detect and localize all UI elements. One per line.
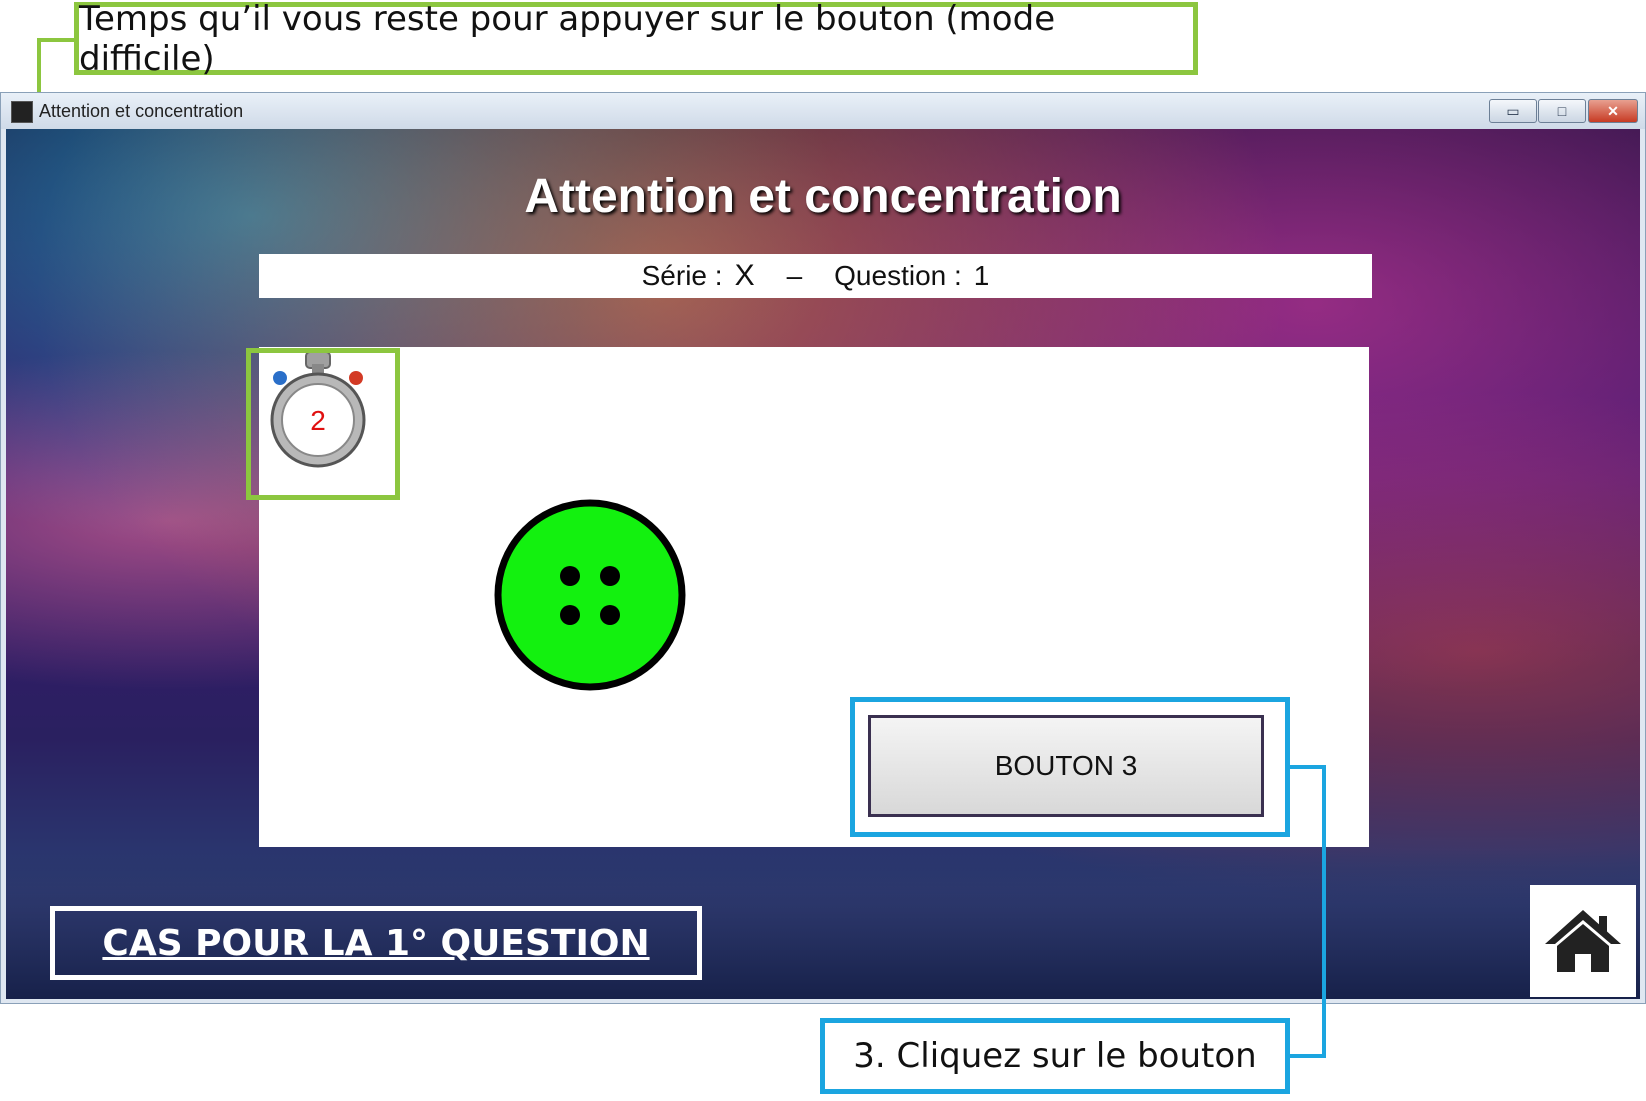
window-titlebar[interactable]: Attention et concentration ▭ □ ✕: [1, 93, 1645, 129]
annotation-connector: [1290, 765, 1326, 769]
click-annotation: 3. Cliquez sur le bouton: [820, 1018, 1290, 1094]
home-button[interactable]: [1530, 885, 1636, 997]
question-value: 1: [973, 260, 990, 291]
app-icon: [11, 101, 33, 123]
question-label: Question :: [834, 260, 962, 291]
button-highlight: [850, 697, 1290, 837]
timer-annotation: Temps qu’il vous reste pour appuyer sur …: [74, 0, 1198, 79]
minimize-button[interactable]: ▭: [1489, 99, 1537, 123]
series-question-bar: Série : X – Question : 1: [259, 254, 1372, 298]
space-background: Attention et concentration Série : X – Q…: [6, 129, 1640, 999]
annotation-connector: [37, 38, 77, 42]
separator: –: [786, 260, 803, 291]
target-disc: [494, 499, 686, 691]
app-heading: Attention et concentration: [524, 170, 1122, 223]
serie-value: X: [734, 259, 755, 292]
timer-highlight: [246, 348, 400, 500]
window-title: Attention et concentration: [39, 101, 244, 121]
green-button-target: [494, 499, 686, 691]
home-icon: [1545, 910, 1621, 972]
annotation-connector: [1288, 1054, 1326, 1058]
maximize-button[interactable]: □: [1538, 99, 1586, 123]
annotation-connector: [1322, 765, 1326, 1058]
app-window: Attention et concentration ▭ □ ✕ Attenti…: [0, 92, 1646, 1004]
case-label: CAS POUR LA 1° QUESTION: [50, 906, 702, 980]
serie-label: Série :: [641, 260, 723, 291]
close-button[interactable]: ✕: [1588, 99, 1638, 123]
